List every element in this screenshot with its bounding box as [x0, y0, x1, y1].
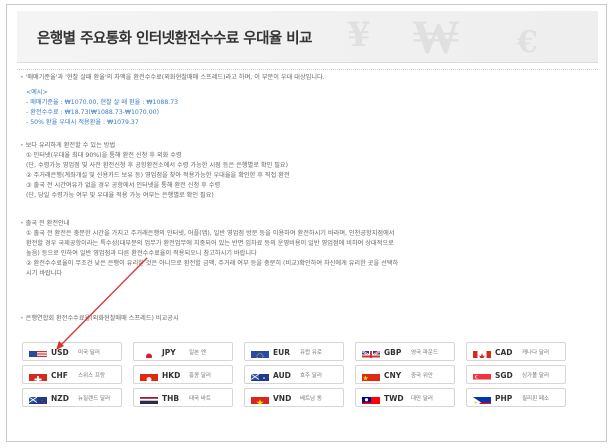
example-line-2: - 환전수수료 : ₩18.73(₩1088.73-₩1070.00): [26, 109, 159, 116]
won-watermark-icon: ₩: [412, 11, 460, 63]
gb-flag-icon: [362, 347, 380, 358]
eu-flag-icon: [251, 347, 269, 358]
method-line-2: (단, 수령가능 영업점 및 사전 환전신청 후 공항환전소에서 수령 가능한 …: [26, 162, 289, 169]
au-flag-icon: [251, 370, 269, 381]
compare-title: • 은행연합회 환전수수료율(외화현찰매매 스프레드) 비교공시: [20, 315, 179, 322]
th-flag-icon: [140, 393, 158, 404]
notice-line-4: ② 환전수수료율이 무조건 낮은 은행이 유리한 것은 아니므로 환전할 금액,…: [26, 260, 399, 267]
nz-flag-icon: [29, 393, 47, 404]
us-flag-icon: [29, 347, 47, 358]
ca-flag-icon: [473, 347, 491, 358]
hk-flag-icon: [140, 370, 158, 381]
currency-button-eur[interactable]: EUR 유럽 유로: [244, 342, 344, 361]
currency-button-gbp[interactable]: GBP 영국 파운드: [355, 342, 455, 361]
method-line-3: ② 주거래은행(계좌개설 및 신용카드 보유 등) 영업점을 찾아 적용가능한 …: [26, 172, 290, 179]
currency-button-vnd[interactable]: VND 베트남 동: [244, 388, 344, 407]
currency-button-aud[interactable]: AUD 호주 달러: [244, 365, 344, 384]
currency-button-twd[interactable]: TWD 대만 달러: [355, 388, 455, 407]
sg-flag-icon: [473, 370, 491, 381]
tw-flag-icon: [362, 393, 380, 404]
method-line-1: ① 인터넷(우대율 최대 90%)을 통해 환전 신청 후 외화 수령: [26, 152, 182, 159]
currency-button-php[interactable]: PHP 필리핀 페소: [466, 388, 566, 407]
currency-button-nzd[interactable]: NZD 뉴질랜드 달러: [22, 388, 122, 407]
divider: [17, 69, 598, 70]
ch-flag-icon: [29, 370, 47, 381]
page-title: 은행별 주요통화 인터넷환전수수료 우대율 비교: [37, 31, 313, 47]
page-header: 은행별 주요통화 인터넷환전수수료 우대율 비교 ¥ ₩ €: [17, 11, 598, 63]
currency-button-chf[interactable]: CHF 스위스 프랑: [22, 365, 122, 384]
vn-flag-icon: [251, 393, 269, 404]
jp-flag-icon: [140, 347, 158, 358]
currency-button-sgd[interactable]: SGD 싱가폴 달러: [466, 365, 566, 384]
method-title: • 보다 유리하게 환전할 수 있는 방법: [20, 142, 116, 149]
currency-button-jpy[interactable]: JPY 일본 엔: [133, 342, 233, 361]
currency-button-thb[interactable]: THB 태국 바트: [133, 388, 233, 407]
example-line-1: - 매매기준율 : ₩1070.00, 현찰 살 때 환율 : ₩1088.73: [26, 99, 179, 106]
euro-watermark-icon: €: [517, 25, 538, 60]
intro-line: • '매매기준율'과 '현찰 살때 환율'의 차액을 환전수수료(외화현찰매매 …: [20, 74, 325, 81]
notice-line-5: 시기 바랍니다: [26, 270, 63, 277]
method-line-4: ③ 출국 전 시간여유가 없을 경우 공항에서 인터넷을 통해 환전 신청 후 …: [26, 182, 221, 189]
notice-line-1: ① 출국 전 환전은 충분한 시간을 가지고 주거래은행의 인터넷, 어플(앱)…: [26, 230, 395, 237]
notice-title: • 출국 전 환전안내: [20, 220, 70, 227]
currency-button-cad[interactable]: CAD 캐나다 달러: [466, 342, 566, 361]
method-line-5: (단, 당일 수령가능 여부 및 우대율 적용 가능 여부는 은행별로 확인 필…: [26, 192, 214, 199]
example-line-3: - 50% 환율 우대시 적용환율 : ₩1079.37: [26, 119, 139, 126]
notice-line-3: 높음) 등으로 인하여 일반 영업점과 다른 환전수수료율이 적용되오니 참고하…: [26, 250, 257, 257]
ph-flag-icon: [473, 393, 491, 404]
currency-button-usd[interactable]: USD 미국 달러: [22, 342, 122, 361]
yen-watermark-icon: ¥: [347, 15, 371, 55]
example-label: <예시>: [26, 89, 48, 96]
notice-line-2: 환전할 경우 국제공항이라는 특수성(대부분의 업무가 환전업무에 치중되어 있…: [26, 240, 394, 247]
cn-flag-icon: [362, 370, 380, 381]
currency-button-cny[interactable]: CNY 중국 위안: [355, 365, 455, 384]
currency-button-hkd[interactable]: HKD 홍콩 달러: [133, 365, 233, 384]
